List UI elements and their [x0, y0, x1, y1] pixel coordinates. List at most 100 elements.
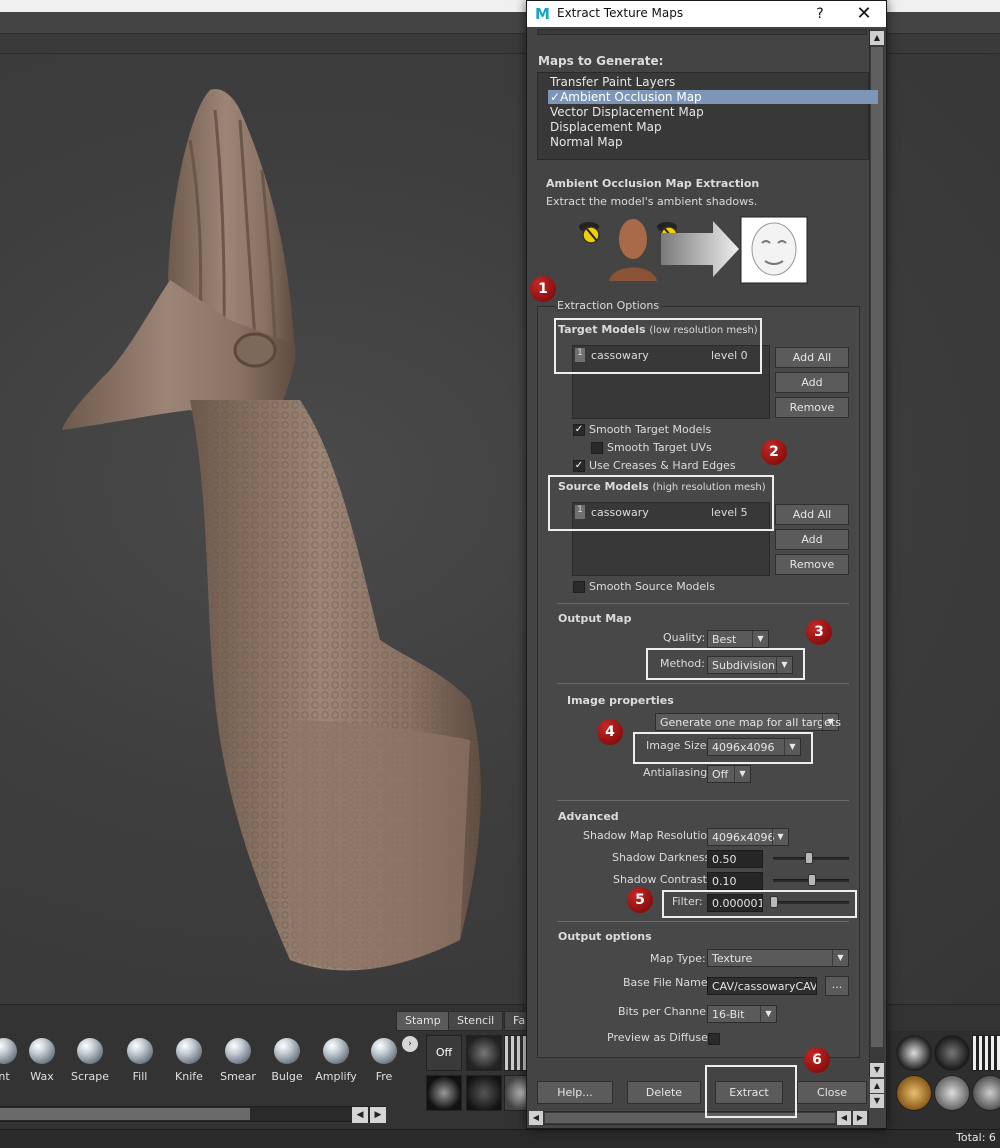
step-badge-2: 2 — [761, 439, 787, 465]
delete-button[interactable]: Delete — [627, 1081, 701, 1104]
off-thumb[interactable]: Off — [426, 1035, 462, 1071]
scroll-up-icon[interactable]: ▲ — [870, 1079, 884, 1093]
extract-texture-maps-dialog: M Extract Texture Maps ? ✕ ▲ ▼ Maps to G… — [526, 0, 887, 1129]
highlight-filter — [662, 890, 857, 918]
smooth-source-models-label: Smooth Source Models — [589, 580, 715, 593]
brush-free[interactable]: Fre — [360, 1038, 408, 1083]
help-button[interactable]: Help... — [537, 1081, 613, 1104]
highlight-method — [646, 648, 805, 680]
tab-stencil[interactable]: Stencil — [448, 1011, 504, 1031]
preview-as-diffuse-label: Preview as Diffuse: — [607, 1031, 712, 1044]
map-item-ambient-occlusion[interactable]: ✓Ambient Occlusion Map — [548, 90, 878, 104]
brush-scroll-thumb[interactable] — [0, 1108, 250, 1120]
brush-knife[interactable]: Knife — [165, 1038, 213, 1083]
material-thumb[interactable] — [896, 1035, 932, 1071]
brush-scroll-left-icon[interactable]: ◀ — [352, 1107, 368, 1123]
bits-per-channel-label: Bits per Channel: — [618, 1005, 713, 1018]
maps-list[interactable]: Transfer Paint Layers ✓Ambient Occlusion… — [537, 72, 878, 160]
browse-button[interactable]: ... — [825, 976, 849, 996]
dialog-title: Extract Texture Maps — [557, 6, 684, 20]
material-thumb[interactable] — [896, 1075, 932, 1111]
shadow-contrast-input[interactable]: 0.10 — [707, 872, 763, 890]
brush-scrape[interactable]: Scrape — [66, 1038, 114, 1083]
output-map-heading: Output Map — [558, 612, 632, 625]
brush-free-icon — [371, 1038, 397, 1064]
scroll-down-icon[interactable]: ▼ — [870, 1094, 884, 1108]
map-type-dropdown[interactable]: Texture ▼ — [707, 949, 849, 967]
divider — [557, 683, 849, 684]
target-add-selected-button[interactable]: Add Selected — [775, 372, 849, 408]
smooth-target-uvs-label: Smooth Target UVs — [607, 441, 712, 454]
divider — [557, 921, 849, 922]
brush-amplify[interactable]: Amplify — [312, 1038, 360, 1083]
status-total: Total: 6 — [956, 1131, 996, 1144]
chevron-down-icon: ▼ — [832, 950, 848, 966]
brush-knife-icon — [176, 1038, 202, 1064]
base-file-name-input[interactable]: CAV/cassowaryCAV.tif — [707, 977, 817, 995]
cassowary-sculpt[interactable] — [40, 80, 500, 980]
scroll-up-icon[interactable]: ▲ — [870, 31, 884, 45]
antialiasing-dropdown[interactable]: Off ▼ — [707, 765, 751, 783]
material-thumb[interactable] — [972, 1035, 1000, 1071]
output-options-heading: Output options — [558, 930, 652, 943]
scroll-right-icon[interactable]: ▶ — [853, 1111, 867, 1125]
target-remove-button[interactable]: Remove — [775, 397, 849, 418]
chevron-down-icon: ▼ — [772, 829, 788, 845]
material-thumb[interactable] — [972, 1075, 1000, 1111]
tab-stamp[interactable]: Stamp — [396, 1011, 450, 1031]
close-icon[interactable]: ✕ — [852, 3, 876, 25]
smooth-target-models-checkbox[interactable]: ✓ — [573, 424, 585, 436]
smooth-target-models-label: Smooth Target Models — [589, 423, 712, 436]
map-item-vector-displacement[interactable]: Vector Displacement Map — [550, 105, 704, 119]
shadow-contrast-slider-handle[interactable] — [808, 874, 816, 886]
brush-paint-icon — [0, 1038, 17, 1064]
preview-as-diffuse-checkbox[interactable] — [708, 1033, 720, 1045]
highlight-target-models — [554, 318, 762, 374]
step-badge-5: 5 — [627, 887, 653, 913]
map-type-label: Map Type: — [650, 952, 706, 965]
source-remove-button[interactable]: Remove — [775, 554, 849, 575]
material-thumb[interactable] — [934, 1035, 970, 1071]
ao-extraction-illustration — [579, 216, 808, 284]
image-properties-heading: Image properties — [567, 694, 674, 707]
alpha-thumb[interactable] — [466, 1075, 502, 1111]
brush-smear[interactable]: Smear — [214, 1038, 262, 1083]
target-add-all-button[interactable]: Add All — [775, 347, 849, 368]
close-button[interactable]: Close — [797, 1081, 867, 1104]
map-item-transfer-paint[interactable]: Transfer Paint Layers — [550, 75, 675, 89]
shadow-contrast-label: Shadow Contrast: — [613, 873, 711, 886]
brush-amplify-icon — [323, 1038, 349, 1064]
expand-icon[interactable]: › — [402, 1036, 418, 1052]
alpha-thumb[interactable] — [426, 1075, 462, 1111]
brush-wax[interactable]: Wax — [18, 1038, 66, 1083]
shadow-resolution-dropdown[interactable]: 4096x4096 ▼ — [707, 828, 789, 846]
divider — [557, 800, 849, 801]
shadow-darkness-slider-handle[interactable] — [805, 852, 813, 864]
alpha-thumb[interactable] — [466, 1035, 502, 1071]
scroll-left-icon[interactable]: ◀ — [529, 1111, 543, 1125]
smooth-source-models-checkbox[interactable] — [573, 581, 585, 593]
source-add-selected-button[interactable]: Add Selected — [775, 529, 849, 565]
maps-heading: Maps to Generate: — [538, 54, 664, 68]
quality-dropdown[interactable]: Best ▼ — [707, 630, 769, 648]
use-creases-checkbox[interactable]: ✓ — [573, 460, 585, 472]
scroll-left-icon[interactable]: ◀ — [837, 1111, 851, 1125]
use-creases-label: Use Creases & Hard Edges — [589, 459, 736, 472]
shadow-resolution-label: Shadow Map Resolution: — [583, 829, 718, 842]
material-thumb[interactable] — [934, 1075, 970, 1111]
scroll-down-icon[interactable]: ▼ — [870, 1063, 884, 1077]
help-icon[interactable]: ? — [810, 4, 830, 24]
brush-bulge[interactable]: Bulge — [263, 1038, 311, 1083]
shadow-darkness-input[interactable]: 0.50 — [707, 850, 763, 868]
brush-scroll-right-icon[interactable]: ▶ — [370, 1107, 386, 1123]
brush-fill[interactable]: Fill — [116, 1038, 164, 1083]
smooth-target-uvs-checkbox[interactable] — [591, 442, 603, 454]
generate-mode-dropdown[interactable]: Generate one map for all targets ▼ — [655, 713, 841, 731]
map-item-displacement[interactable]: Displacement Map — [550, 120, 662, 134]
highlight-extract — [705, 1065, 797, 1118]
maya-logo-icon: M — [535, 5, 550, 23]
source-add-all-button[interactable]: Add All — [775, 504, 849, 525]
dialog-scroll-thumb[interactable] — [871, 47, 883, 1047]
map-item-normal[interactable]: Normal Map — [550, 135, 623, 149]
bits-per-channel-dropdown[interactable]: 16-Bit ▼ — [707, 1005, 777, 1023]
